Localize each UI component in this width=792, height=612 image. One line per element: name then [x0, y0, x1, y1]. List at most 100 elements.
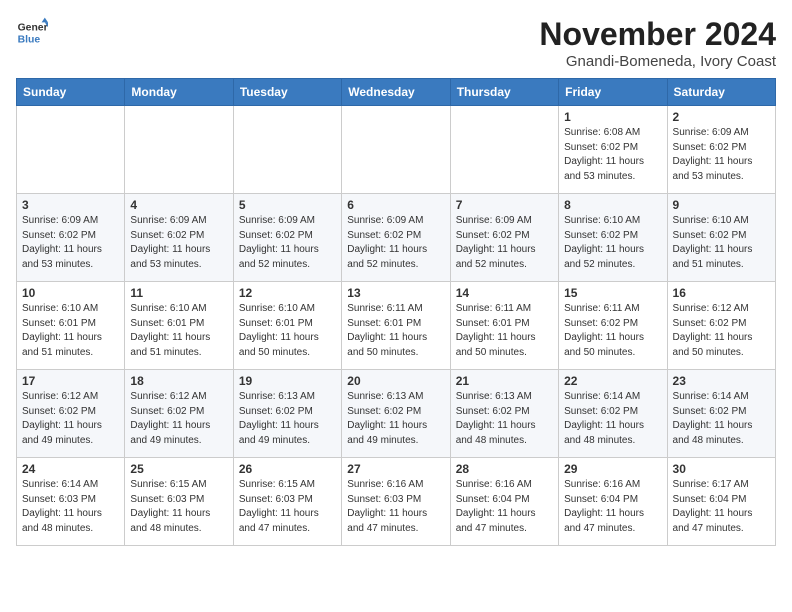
calendar-cell: 16 Sunrise: 6:12 AMSunset: 6:02 PMDayligh…	[667, 282, 775, 370]
calendar-cell: 20 Sunrise: 6:13 AMSunset: 6:02 PMDayligh…	[342, 370, 450, 458]
day-info: Sunrise: 6:10 AMSunset: 6:02 PMDaylight:…	[564, 214, 661, 272]
day-info: Sunrise: 6:12 AMSunset: 6:02 PMDaylight:…	[22, 390, 119, 448]
calendar-week-row: 10 Sunrise: 6:10 AMSunset: 6:01 PMDayligh…	[17, 282, 776, 370]
day-number: 29	[564, 462, 661, 476]
calendar-cell: 21 Sunrise: 6:13 AMSunset: 6:02 PMDayligh…	[450, 370, 558, 458]
calendar-cell: 4Sunrise: 6:09 AMSunset: 6:02 PMDaylight…	[125, 194, 233, 282]
calendar-cell: 5 Sunrise: 6:09 AMSunset: 6:02 PMDaylight…	[233, 194, 341, 282]
calendar-week-row: 3 Sunrise: 6:09 AMSunset: 6:02 PMDaylight…	[17, 194, 776, 282]
day-number: 9	[673, 198, 770, 212]
calendar-cell	[450, 106, 558, 194]
day-number: 14	[456, 286, 553, 300]
day-info: Sunrise: 6:15 AMSunset: 6:03 PMDaylight:…	[239, 478, 336, 536]
calendar-week-row: 24 Sunrise: 6:14 AMSunset: 6:03 PMDayligh…	[17, 458, 776, 546]
day-number: 5	[239, 198, 336, 212]
day-number: 15	[564, 286, 661, 300]
day-info: Sunrise: 6:14 AMSunset: 6:02 PMDaylight:…	[564, 390, 661, 448]
day-info: Sunrise: 6:11 AMSunset: 6:01 PMDaylight:…	[347, 302, 444, 360]
calendar-week-row: 17Sunrise: 6:12 AMSunset: 6:02 PMDayligh…	[17, 370, 776, 458]
calendar-cell: 11 Sunrise: 6:10 AMSunset: 6:01 PMDayligh…	[125, 282, 233, 370]
day-number: 21	[456, 374, 553, 388]
calendar-cell: 1 Sunrise: 6:08 AMSunset: 6:02 PMDaylight…	[559, 106, 667, 194]
day-number: 18	[130, 374, 227, 388]
column-header-thursday: Thursday	[450, 79, 558, 106]
day-number: 10	[22, 286, 119, 300]
calendar-cell: 13 Sunrise: 6:11 AMSunset: 6:01 PMDayligh…	[342, 282, 450, 370]
calendar-cell: 27Sunrise: 6:16 AMSunset: 6:03 PMDayligh…	[342, 458, 450, 546]
calendar-cell: 22Sunrise: 6:14 AMSunset: 6:02 PMDayligh…	[559, 370, 667, 458]
location-subtitle: Gnandi-Bomeneda, Ivory Coast	[539, 53, 776, 70]
calendar-cell: 8 Sunrise: 6:10 AMSunset: 6:02 PMDaylight…	[559, 194, 667, 282]
day-number: 24	[22, 462, 119, 476]
day-info: Sunrise: 6:10 AMSunset: 6:01 PMDaylight:…	[22, 302, 119, 360]
calendar-cell: 28 Sunrise: 6:16 AMSunset: 6:04 PMDayligh…	[450, 458, 558, 546]
column-header-saturday: Saturday	[667, 79, 775, 106]
svg-text:Blue: Blue	[18, 34, 41, 45]
day-info: Sunrise: 6:09 AMSunset: 6:02 PMDaylight:…	[673, 126, 770, 184]
title-block: November 2024 Gnandi-Bomeneda, Ivory Coa…	[539, 16, 776, 70]
day-number: 6	[347, 198, 444, 212]
day-number: 27	[347, 462, 444, 476]
day-number: 28	[456, 462, 553, 476]
day-number: 13	[347, 286, 444, 300]
calendar-cell: 7 Sunrise: 6:09 AMSunset: 6:02 PMDaylight…	[450, 194, 558, 282]
column-header-wednesday: Wednesday	[342, 79, 450, 106]
calendar-cell	[17, 106, 125, 194]
calendar-cell: 24 Sunrise: 6:14 AMSunset: 6:03 PMDayligh…	[17, 458, 125, 546]
calendar-cell	[233, 106, 341, 194]
day-info: Sunrise: 6:16 AMSunset: 6:04 PMDaylight:…	[564, 478, 661, 536]
day-info: Sunrise: 6:10 AMSunset: 6:01 PMDaylight:…	[130, 302, 227, 360]
day-info: Sunrise: 6:10 AMSunset: 6:02 PMDaylight:…	[673, 214, 770, 272]
calendar-week-row: 1 Sunrise: 6:08 AMSunset: 6:02 PMDaylight…	[17, 106, 776, 194]
day-number: 8	[564, 198, 661, 212]
day-info: Sunrise: 6:12 AMSunset: 6:02 PMDaylight:…	[130, 390, 227, 448]
logo: General Blue	[16, 16, 48, 48]
day-number: 11	[130, 286, 227, 300]
day-info: Sunrise: 6:12 AMSunset: 6:02 PMDaylight:…	[673, 302, 770, 360]
calendar-cell: 25Sunrise: 6:15 AMSunset: 6:03 PMDayligh…	[125, 458, 233, 546]
day-info: Sunrise: 6:13 AMSunset: 6:02 PMDaylight:…	[347, 390, 444, 448]
day-number: 7	[456, 198, 553, 212]
day-number: 26	[239, 462, 336, 476]
day-info: Sunrise: 6:09 AMSunset: 6:02 PMDaylight:…	[239, 214, 336, 272]
day-number: 4	[130, 198, 227, 212]
calendar-cell: 10 Sunrise: 6:10 AMSunset: 6:01 PMDayligh…	[17, 282, 125, 370]
calendar-cell	[342, 106, 450, 194]
day-info: Sunrise: 6:15 AMSunset: 6:03 PMDaylight:…	[130, 478, 227, 536]
month-year-title: November 2024	[539, 16, 776, 53]
day-info: Sunrise: 6:13 AMSunset: 6:02 PMDaylight:…	[456, 390, 553, 448]
calendar-header-row: SundayMondayTuesdayWednesdayThursdayFrid…	[17, 79, 776, 106]
day-number: 1	[564, 110, 661, 124]
day-info: Sunrise: 6:09 AMSunset: 6:02 PMDaylight:…	[456, 214, 553, 272]
calendar-cell: 14Sunrise: 6:11 AMSunset: 6:01 PMDayligh…	[450, 282, 558, 370]
day-info: Sunrise: 6:09 AMSunset: 6:02 PMDaylight:…	[347, 214, 444, 272]
calendar-cell: 6 Sunrise: 6:09 AMSunset: 6:02 PMDaylight…	[342, 194, 450, 282]
page-header: General Blue November 2024 Gnandi-Bomene…	[16, 16, 776, 70]
column-header-tuesday: Tuesday	[233, 79, 341, 106]
calendar-cell: 23Sunrise: 6:14 AMSunset: 6:02 PMDayligh…	[667, 370, 775, 458]
day-info: Sunrise: 6:10 AMSunset: 6:01 PMDaylight:…	[239, 302, 336, 360]
day-info: Sunrise: 6:08 AMSunset: 6:02 PMDaylight:…	[564, 126, 661, 184]
column-header-sunday: Sunday	[17, 79, 125, 106]
logo-icon: General Blue	[16, 16, 48, 48]
calendar-cell: 17Sunrise: 6:12 AMSunset: 6:02 PMDayligh…	[17, 370, 125, 458]
day-info: Sunrise: 6:17 AMSunset: 6:04 PMDaylight:…	[673, 478, 770, 536]
day-number: 23	[673, 374, 770, 388]
calendar-cell: 3Sunrise: 6:09 AMSunset: 6:02 PMDaylight…	[17, 194, 125, 282]
day-info: Sunrise: 6:13 AMSunset: 6:02 PMDaylight:…	[239, 390, 336, 448]
calendar-cell: 30 Sunrise: 6:17 AMSunset: 6:04 PMDayligh…	[667, 458, 775, 546]
column-header-friday: Friday	[559, 79, 667, 106]
day-number: 3	[22, 198, 119, 212]
calendar-cell: 19Sunrise: 6:13 AMSunset: 6:02 PMDayligh…	[233, 370, 341, 458]
day-info: Sunrise: 6:16 AMSunset: 6:04 PMDaylight:…	[456, 478, 553, 536]
svg-text:General: General	[18, 22, 48, 33]
day-number: 16	[673, 286, 770, 300]
day-info: Sunrise: 6:14 AMSunset: 6:03 PMDaylight:…	[22, 478, 119, 536]
calendar-cell: 29 Sunrise: 6:16 AMSunset: 6:04 PMDayligh…	[559, 458, 667, 546]
calendar-cell: 26 Sunrise: 6:15 AMSunset: 6:03 PMDayligh…	[233, 458, 341, 546]
day-number: 20	[347, 374, 444, 388]
day-number: 2	[673, 110, 770, 124]
day-number: 30	[673, 462, 770, 476]
column-header-monday: Monday	[125, 79, 233, 106]
calendar-table: SundayMondayTuesdayWednesdayThursdayFrid…	[16, 78, 776, 546]
